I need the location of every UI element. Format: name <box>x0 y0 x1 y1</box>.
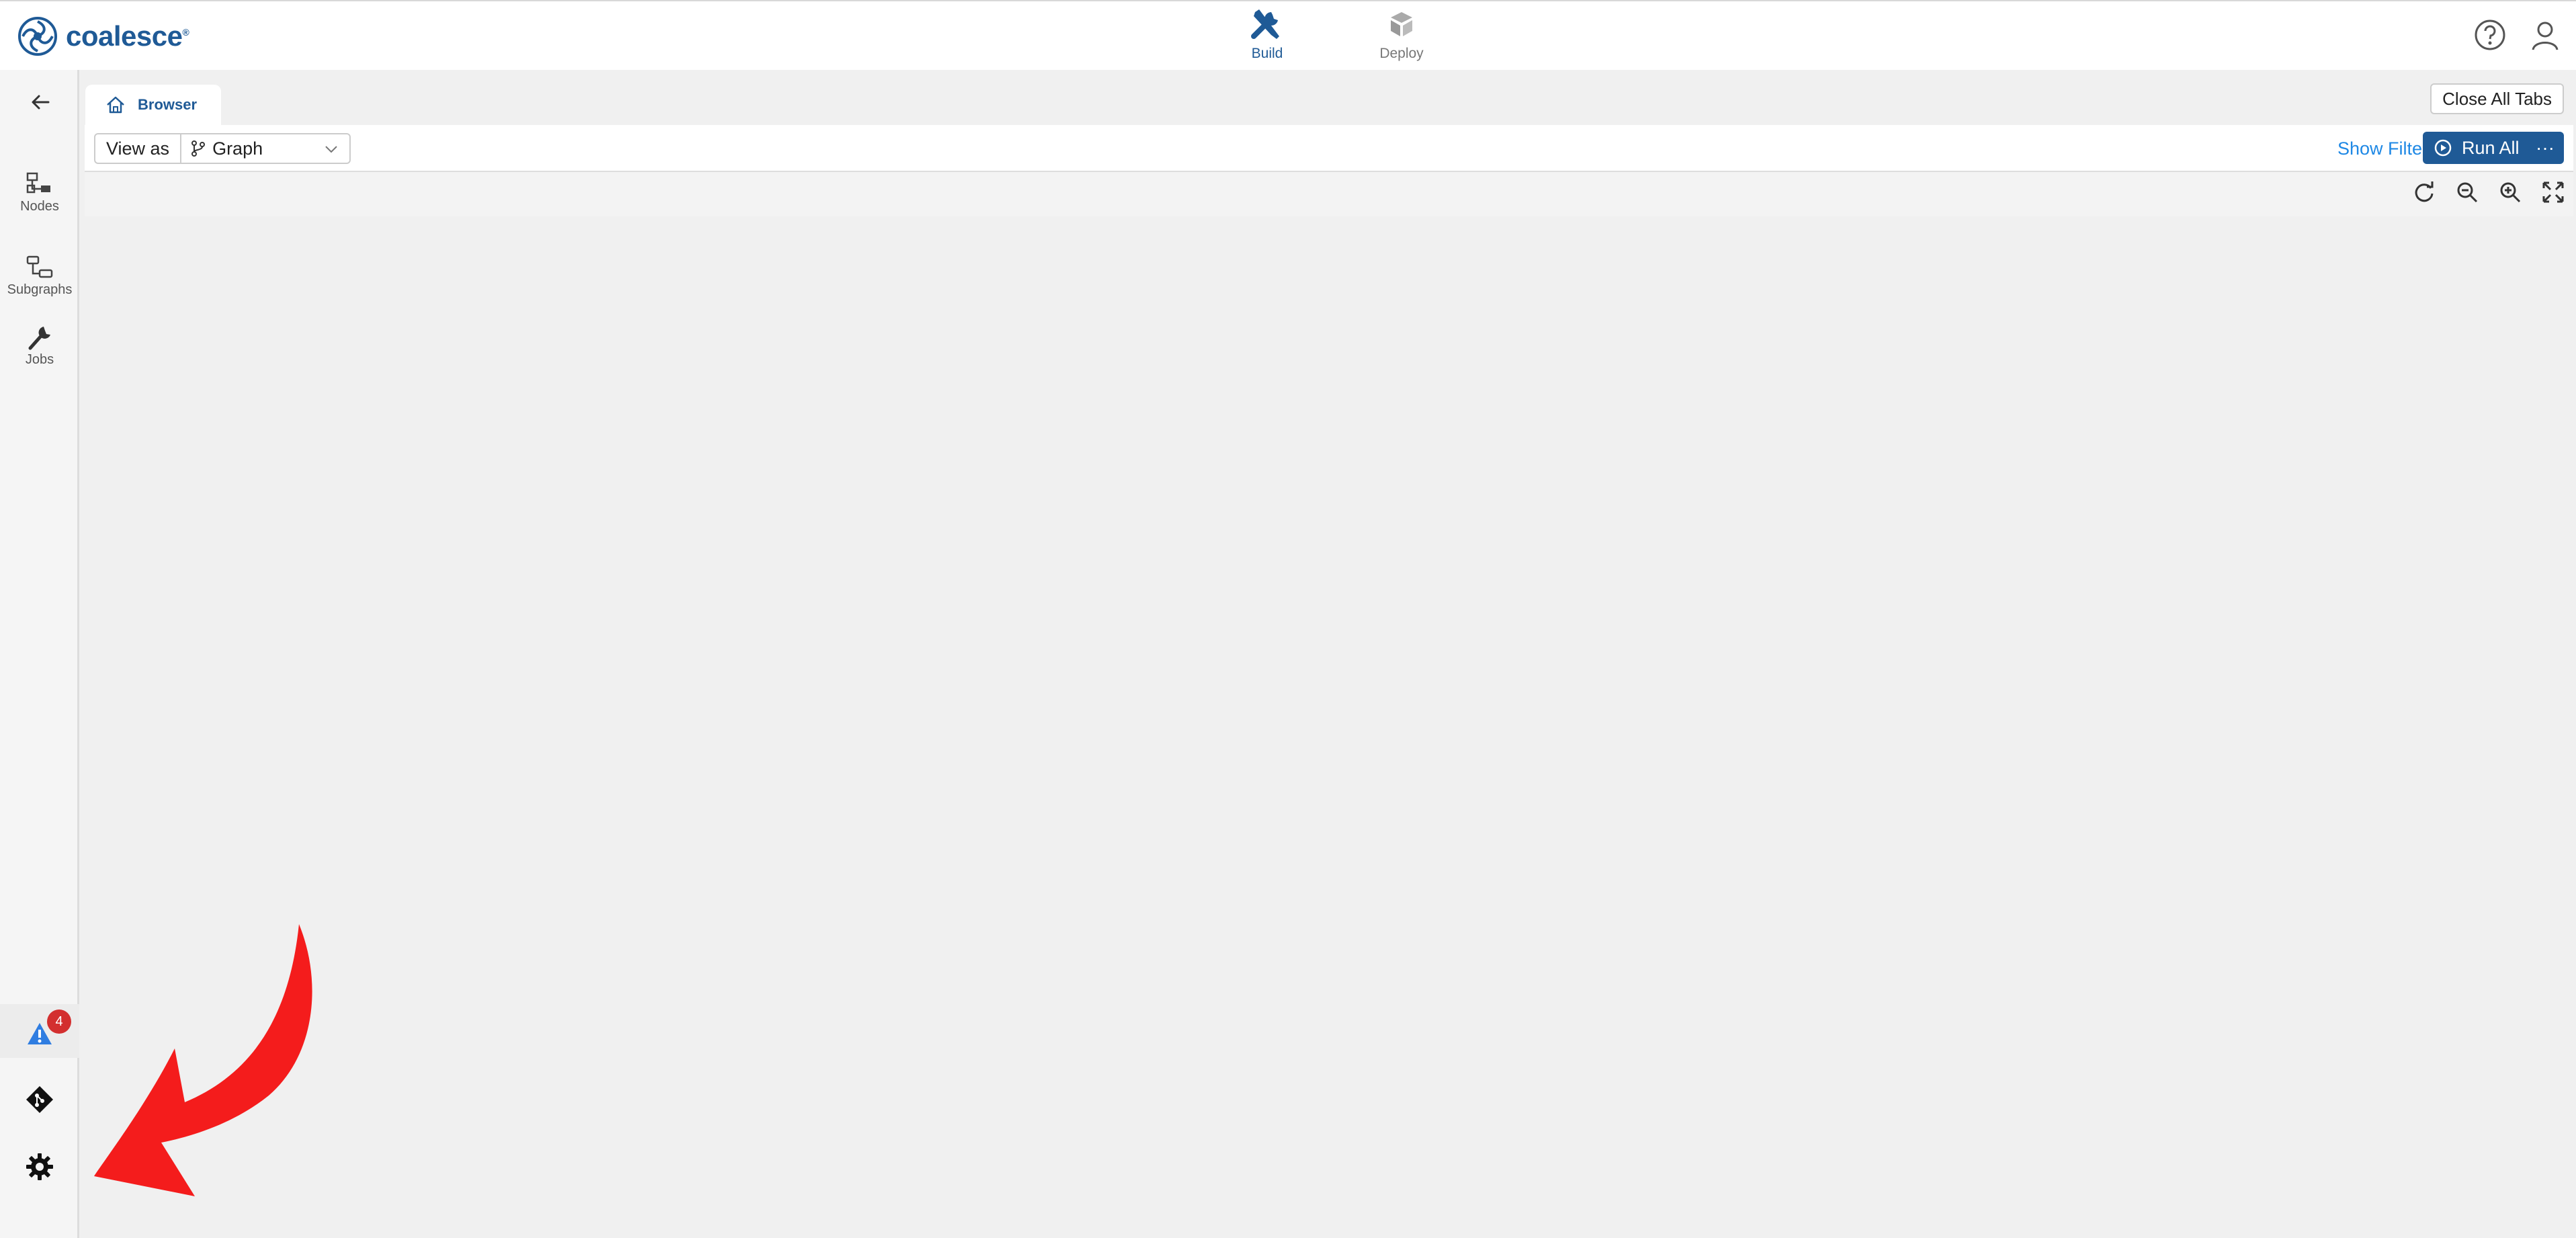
chevron-down-icon <box>325 146 337 153</box>
graph-toolbar: View as Graph Show Filter Run All ··· <box>85 125 2573 172</box>
header-actions <box>2473 17 2576 52</box>
git-icon <box>26 1086 53 1113</box>
show-filter-link[interactable]: Show Filter <box>2337 138 2428 159</box>
sidebar-item-nodes[interactable]: Nodes <box>0 171 79 214</box>
top-bar: coalesce® Build Deploy <box>0 0 2576 70</box>
app-logo[interactable]: coalesce® <box>17 16 189 56</box>
sidebar-item-jobs-label: Jobs <box>25 352 54 367</box>
sidebar-item-jobs[interactable]: Jobs <box>0 324 79 368</box>
wrench-screwdriver-icon <box>1251 9 1279 39</box>
wrench-icon <box>28 327 50 350</box>
tab-build[interactable]: Build <box>1213 7 1321 62</box>
fit-screen-icon[interactable] <box>2541 180 2565 204</box>
refresh-icon[interactable] <box>2412 180 2436 204</box>
sidebar-item-subgraphs-label: Subgraphs <box>7 282 73 297</box>
view-mode-select[interactable]: Graph <box>181 134 349 163</box>
app-name: coalesce® <box>66 20 189 52</box>
branch-icon <box>191 140 206 157</box>
tab-deploy-label: Deploy <box>1379 46 1424 61</box>
run-all-button[interactable]: Run All ··· <box>2423 132 2564 164</box>
tab-strip: Browser Close All Tabs <box>81 70 2576 125</box>
tab-browser-label: Browser <box>138 96 198 113</box>
run-all-label: Run All <box>2462 137 2520 158</box>
subgraphs-icon <box>26 255 53 278</box>
sidebar-item-nodes-label: Nodes <box>20 199 59 214</box>
run-more-menu-button[interactable]: ··· <box>2536 137 2554 159</box>
registered-mark: ® <box>182 27 189 38</box>
help-circle-icon[interactable] <box>2473 17 2507 52</box>
deploy-cubes-icon <box>1391 12 1412 36</box>
coalesce-logo-icon <box>18 17 57 56</box>
graph-canvas[interactable] <box>85 216 2576 1238</box>
zoom-out-icon[interactable] <box>2455 180 2479 204</box>
close-all-tabs-button[interactable]: Close All Tabs <box>2430 83 2564 114</box>
view-mode-value: Graph <box>212 138 263 159</box>
tab-browser[interactable]: Browser <box>85 85 221 125</box>
tab-build-label: Build <box>1251 46 1283 61</box>
zoom-in-icon[interactable] <box>2498 180 2522 204</box>
home-icon <box>107 96 124 114</box>
tab-deploy[interactable]: Deploy <box>1348 7 1455 62</box>
play-circle-icon <box>2434 139 2452 157</box>
view-as-label: View as <box>95 134 182 163</box>
user-icon[interactable] <box>2528 17 2563 52</box>
gear-icon <box>26 1153 53 1180</box>
back-arrow-icon[interactable] <box>28 90 52 114</box>
annotation-arrow <box>94 924 312 1196</box>
canvas-control-group <box>2412 180 2573 204</box>
nodes-icon <box>26 172 50 194</box>
canvas-controls <box>85 172 2573 216</box>
sidebar-item-subgraphs[interactable]: Subgraphs <box>0 254 79 298</box>
view-as-control: View as Graph <box>94 133 351 164</box>
